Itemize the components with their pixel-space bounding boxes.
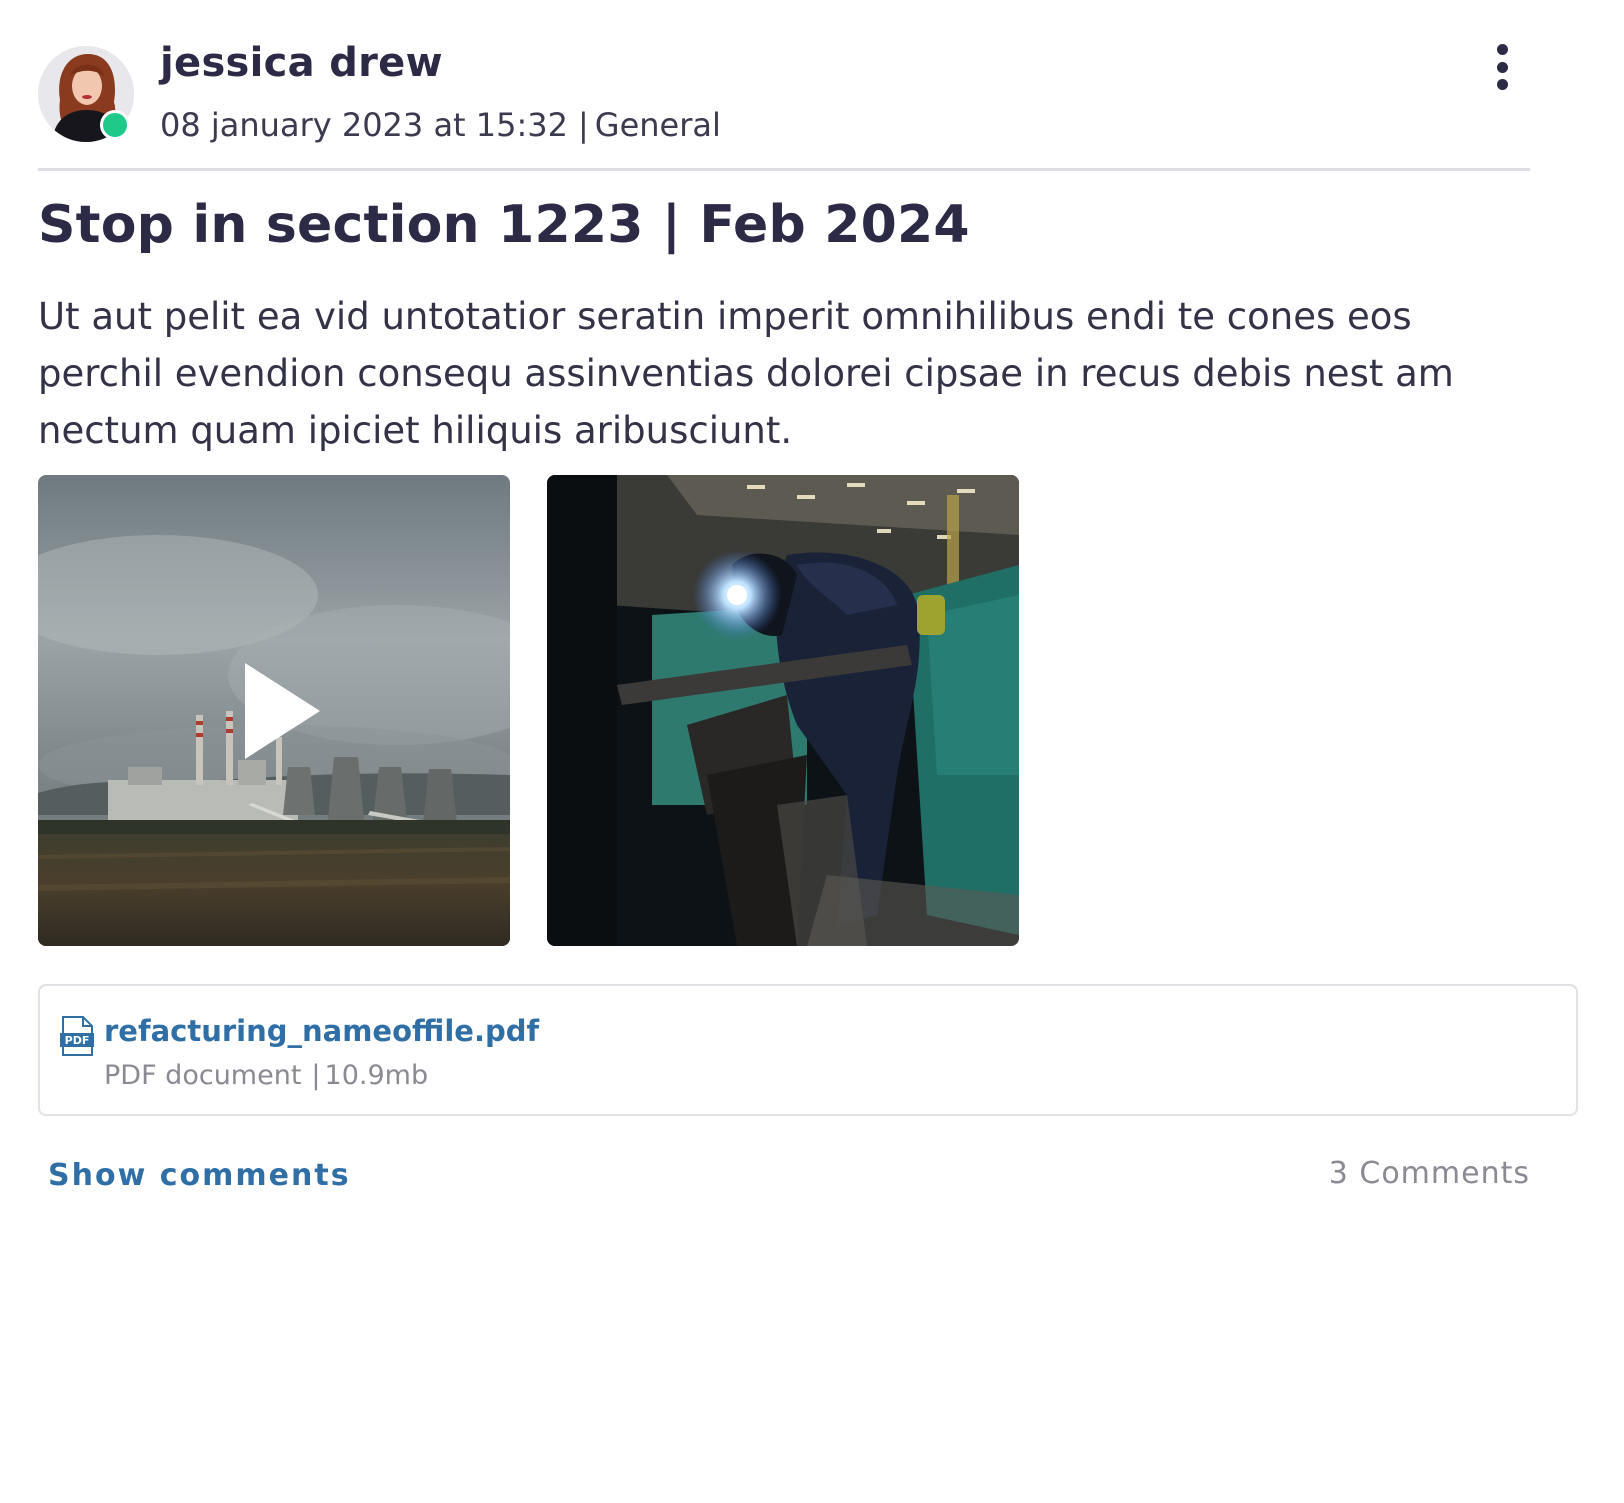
image-thumbnail[interactable] — [547, 475, 1019, 946]
svg-text:PDF: PDF — [65, 1034, 90, 1047]
post-card: jessica drew 08 january 2023 at 15:32 | Ge… — [0, 0, 1624, 1503]
post-date: 08 january 2023 at 15:32 — [160, 106, 568, 144]
attachment-card[interactable]: PDF refacturing_nameoffile.pdf PDF docum… — [38, 984, 1578, 1116]
dot — [1496, 44, 1508, 55]
post-title: Stop in section 1223 | Feb 2024 — [38, 195, 970, 255]
post-body: Ut aut pelit ea vid untotatior seratin i… — [38, 295, 1454, 452]
attachment-file-meta: PDF document | 10.9mb — [104, 1060, 428, 1091]
attachment-file-name[interactable]: refacturing_nameoffile.pdf — [104, 1014, 539, 1048]
attachment-file-type: PDF document — [104, 1060, 302, 1091]
attachment-separator: | — [311, 1060, 321, 1091]
post-category[interactable]: General — [595, 106, 721, 144]
author-name[interactable]: jessica drew — [160, 40, 443, 86]
play-icon[interactable] — [38, 475, 510, 946]
pdf-file-icon: PDF — [60, 1016, 94, 1056]
header-divider — [38, 168, 1530, 171]
welder-in-factory-image — [547, 475, 1019, 946]
online-status-indicator — [100, 110, 130, 140]
show-comments-button[interactable]: Show comments — [48, 1158, 351, 1193]
post-meta: 08 january 2023 at 15:32 | General — [160, 106, 721, 144]
attachment-file-size: 10.9mb — [324, 1060, 429, 1091]
comment-count: 3 Comments — [1328, 1156, 1530, 1191]
dot — [1496, 79, 1508, 90]
dot — [1496, 61, 1508, 73]
vertical-dots-icon[interactable] — [1486, 44, 1518, 90]
meta-separator: | — [577, 106, 589, 144]
video-thumbnail[interactable] — [38, 475, 510, 946]
